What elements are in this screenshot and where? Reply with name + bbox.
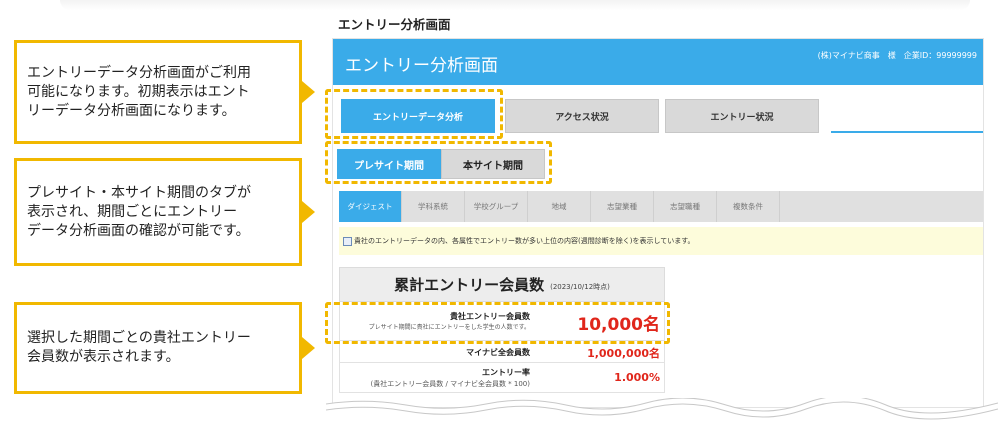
- sub-tab-bar: ダイジェスト 学科系統 学校グループ 地域 志望業種 志望職種 複数条件: [339, 191, 983, 222]
- callout-period-tabs: プレサイト・本サイト期間のタブが 表示され、期間ごとにエントリー データ分析画面…: [14, 158, 315, 266]
- section-title: エントリー分析画面: [338, 17, 451, 32]
- callout-entry-count: 選択した期間ごとの貴社エントリー 会員数が表示されます。: [14, 302, 315, 394]
- callout-arrow-icon: [302, 81, 315, 103]
- stat-row-total-members: マイナビ全会員数 1,000,000名: [339, 341, 665, 363]
- highlight-entry-count: [325, 302, 670, 344]
- callout-line: エントリーデータ分析画面がご利用: [27, 64, 251, 81]
- callout-line: プレサイト・本サイト期間のタブが: [27, 184, 251, 201]
- app-header: エントリー分析画面 (株)マイナビ商事 様 企業ID：99999999: [333, 39, 983, 85]
- stat-value: 1,000,000名: [587, 347, 660, 360]
- callout-line: データ分析画面の確認が可能です。: [27, 222, 250, 239]
- notice-bar: 貴社のエントリーデータの内、各属性でエントリー数が多い上位の内容(週間診断を除く…: [339, 227, 983, 255]
- notice-text: 貴社のエントリーデータの内、各属性でエントリー数が多い上位の内容(週間診断を除く…: [354, 237, 695, 245]
- highlight-period-tabs: [325, 141, 552, 184]
- callout-line: 表示され、期間ごとにエントリー: [27, 203, 238, 220]
- company-info: (株)マイナビ商事 様 企業ID：99999999: [817, 51, 977, 60]
- tab-underline: [831, 131, 983, 133]
- sub-tab-job-type[interactable]: 志望職種: [654, 191, 717, 222]
- stats-header: 累計エントリー会員数 (2023/10/12時点): [339, 267, 665, 302]
- sub-tab-multi-condition[interactable]: 複数条件: [717, 191, 780, 222]
- sub-tab-digest[interactable]: ダイジェスト: [339, 191, 402, 222]
- stats-title: 累計エントリー会員数: [394, 276, 545, 294]
- callout-line: 選択した期間ごとの貴社エントリー: [27, 330, 251, 346]
- app-title: エントリー分析画面: [345, 56, 498, 75]
- callout-analysis-screen: エントリーデータ分析画面がご利用 可能になります。初期表示はエント リーデータ分…: [14, 40, 315, 144]
- callout-arrow-icon: [302, 201, 315, 223]
- highlight-analysis-tab: [325, 89, 503, 139]
- stat-label: エントリー率: [482, 368, 530, 377]
- callout-line: 可能になります。初期表示はエント: [27, 83, 250, 100]
- tab-access-status[interactable]: アクセス状況: [505, 99, 659, 133]
- callout-arrow-icon: [302, 337, 315, 359]
- sub-tab-school-group[interactable]: 学校グループ: [465, 191, 528, 222]
- sub-tab-department[interactable]: 学科系統: [402, 191, 465, 222]
- stat-value: 1.000%: [614, 371, 660, 384]
- stat-label: マイナビ全会員数: [466, 348, 530, 357]
- stats-date: (2023/10/12時点): [550, 282, 610, 291]
- info-icon: [343, 236, 352, 246]
- callout-line: 会員数が表示されます。: [27, 349, 180, 365]
- torn-edge-decoration: [326, 398, 998, 438]
- tab-entry-status[interactable]: エントリー状況: [665, 99, 819, 133]
- callout-line: リーデータ分析画面になります。: [27, 102, 236, 119]
- sub-tab-region[interactable]: 地域: [528, 191, 591, 222]
- sub-tab-industry[interactable]: 志望業種: [591, 191, 654, 222]
- stat-description: (貴社エントリー会員数 / マイナビ全会員数 * 100): [370, 380, 530, 388]
- page-top-shadow: [60, 0, 970, 10]
- stat-row-entry-rate: エントリー率 (貴社エントリー会員数 / マイナビ全会員数 * 100) 1.0…: [339, 363, 665, 393]
